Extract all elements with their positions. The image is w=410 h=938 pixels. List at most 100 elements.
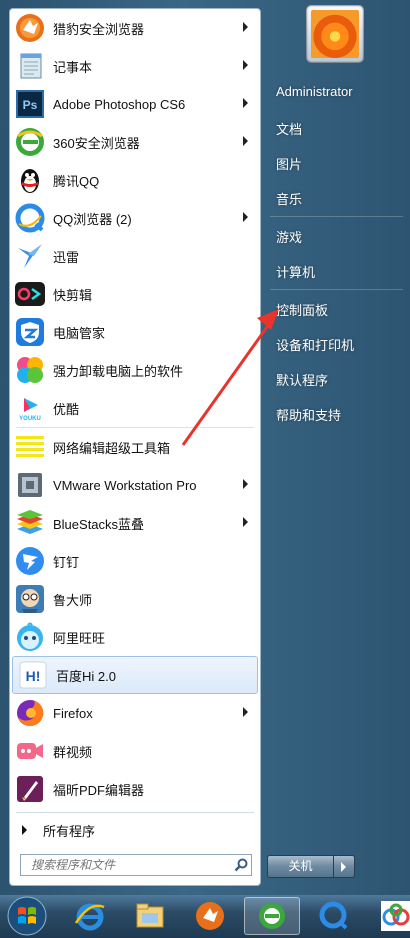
program-label: 群视频	[53, 744, 93, 760]
program-item-ludashi[interactable]: 鲁大师	[10, 580, 260, 618]
program-item-bluestacks[interactable]: BlueStacks蓝叠	[10, 504, 260, 542]
program-item-dingtalk[interactable]: 钉钉	[10, 542, 260, 580]
aliwangwang-icon	[14, 621, 46, 653]
ludashi-icon	[14, 583, 46, 615]
taskbar-cheetah-button[interactable]	[182, 897, 238, 935]
taskbar-qq-browser-button[interactable]	[306, 897, 362, 935]
program-item-group-video[interactable]: 群视频	[10, 732, 260, 770]
program-label: 网络编辑超级工具箱	[53, 440, 171, 456]
ie-icon	[74, 903, 105, 931]
program-item-foxit-pdf[interactable]: 福昕PDF编辑器	[10, 770, 260, 808]
menu-computer[interactable]: 计算机	[276, 262, 315, 281]
program-item-notepad[interactable]: 记事本	[10, 47, 260, 85]
program-item-photoshop[interactable]: Ps Adobe Photoshop CS6	[10, 85, 260, 123]
submenu-arrow-icon[interactable]	[243, 479, 248, 489]
submenu-arrow-icon[interactable]	[243, 98, 248, 108]
submenu-arrow-icon[interactable]	[243, 22, 248, 32]
program-label: Firefox	[53, 705, 93, 721]
svg-text:H!: H!	[26, 668, 41, 684]
program-label: 猎豹安全浏览器	[53, 21, 145, 37]
svg-text:Ps: Ps	[23, 98, 38, 112]
notepad-icon	[14, 50, 46, 82]
program-label: 百度Hi 2.0	[56, 668, 116, 684]
program-item-360-browser[interactable]: 360安全浏览器	[10, 123, 260, 161]
program-label: 鲁大师	[53, 592, 93, 608]
program-label: VMware Workstation Pro	[53, 477, 197, 493]
menu-default-programs[interactable]: 默认程序	[276, 370, 328, 389]
program-item-toolbox[interactable]: 网络编辑超级工具箱	[10, 428, 260, 466]
program-label: 记事本	[53, 59, 93, 75]
taskbar-360-button[interactable]	[244, 897, 300, 935]
program-label: 阿里旺旺	[53, 630, 106, 646]
menu-control-panel[interactable]: 控制面板	[276, 300, 328, 319]
bluestacks-icon	[14, 507, 46, 539]
program-label: 快剪辑	[53, 287, 93, 303]
baidu-hi-icon: H!	[17, 659, 49, 691]
program-item-kuaijianji[interactable]: 快剪辑	[10, 275, 260, 313]
program-item-aliwangwang[interactable]: 阿里旺旺	[10, 618, 260, 656]
taskbar-netdisk-button[interactable]	[368, 897, 410, 935]
user-avatar[interactable]	[306, 5, 364, 63]
program-item-baidu-hi[interactable]: H! 百度Hi 2.0	[12, 656, 258, 694]
program-item-youku[interactable]: YOUKU 优酷	[10, 389, 260, 427]
divider	[270, 289, 403, 290]
program-label: QQ浏览器 (2)	[53, 211, 132, 227]
baidu-netdisk-icon	[381, 901, 410, 931]
explorer-icon	[136, 903, 164, 928]
firefox-icon	[14, 697, 46, 729]
menu-pictures[interactable]: 图片	[276, 154, 302, 173]
submenu-arrow-icon[interactable]	[243, 60, 248, 70]
program-label: Adobe Photoshop CS6	[53, 96, 186, 112]
submenu-arrow-icon[interactable]	[243, 212, 248, 222]
group-video-icon	[14, 735, 46, 767]
program-label: 腾讯QQ	[53, 173, 100, 189]
program-item-vmware[interactable]: VMware Workstation Pro	[10, 466, 260, 504]
flower-picture	[311, 10, 359, 58]
program-label: 强力卸载电脑上的软件	[53, 363, 184, 379]
program-item-uninstaller[interactable]: 强力卸载电脑上的软件	[10, 351, 260, 389]
qq-browser-icon	[319, 901, 348, 930]
arrow-right-icon	[22, 825, 27, 835]
submenu-arrow-icon[interactable]	[243, 136, 248, 146]
submenu-arrow-icon[interactable]	[243, 517, 248, 527]
menu-help-support[interactable]: 帮助和支持	[276, 405, 341, 424]
all-programs-button[interactable]: 所有程序	[10, 817, 260, 843]
program-label: 优酷	[53, 401, 80, 417]
menu-documents[interactable]: 文档	[276, 119, 302, 138]
program-label: 钉钉	[53, 554, 80, 570]
programs-pane: 猎豹安全浏览器 记事本 Ps Adobe Photoshop CS6 360安全…	[9, 8, 261, 886]
taskbar-explorer-button[interactable]	[122, 897, 178, 935]
thunder-icon	[14, 240, 46, 272]
dingtalk-icon	[14, 545, 46, 577]
search-input[interactable]	[20, 854, 252, 876]
divider	[16, 812, 254, 813]
program-item-pc-manager[interactable]: 电脑管家	[10, 313, 260, 351]
all-programs-label: 所有程序	[43, 823, 96, 839]
start-orb-icon[interactable]	[6, 895, 48, 937]
uninstall-icon	[14, 354, 46, 386]
taskbar-ie-button[interactable]	[62, 897, 118, 935]
shutdown-control: 关机	[267, 855, 357, 878]
divider	[270, 216, 403, 217]
chevron-right-icon	[341, 862, 346, 872]
program-item-firefox[interactable]: Firefox	[10, 694, 260, 732]
program-item-qq-browser[interactable]: QQ浏览器 (2)	[10, 199, 260, 237]
user-name-link[interactable]: Administrator	[276, 84, 353, 99]
search-icon[interactable]	[234, 858, 248, 872]
menu-games[interactable]: 游戏	[276, 227, 302, 246]
programs-list: 猎豹安全浏览器 记事本 Ps Adobe Photoshop CS6 360安全…	[10, 9, 260, 808]
pc-manager-icon	[14, 316, 46, 348]
shutdown-options-button[interactable]	[334, 855, 355, 878]
submenu-arrow-icon[interactable]	[243, 707, 248, 717]
360-browser-icon	[14, 126, 46, 158]
program-label: 迅雷	[53, 249, 80, 265]
qq-browser-icon	[14, 202, 46, 234]
program-item-cheetah-browser[interactable]: 猎豹安全浏览器	[10, 9, 260, 47]
shutdown-button[interactable]: 关机	[267, 855, 334, 878]
menu-devices-printers[interactable]: 设备和打印机	[276, 335, 354, 354]
program-item-qq[interactable]: 腾讯QQ	[10, 161, 260, 199]
menu-music[interactable]: 音乐	[276, 189, 302, 208]
foxit-pdf-icon	[14, 773, 46, 805]
program-item-thunder[interactable]: 迅雷	[10, 237, 260, 275]
program-label: 360安全浏览器	[53, 135, 140, 151]
